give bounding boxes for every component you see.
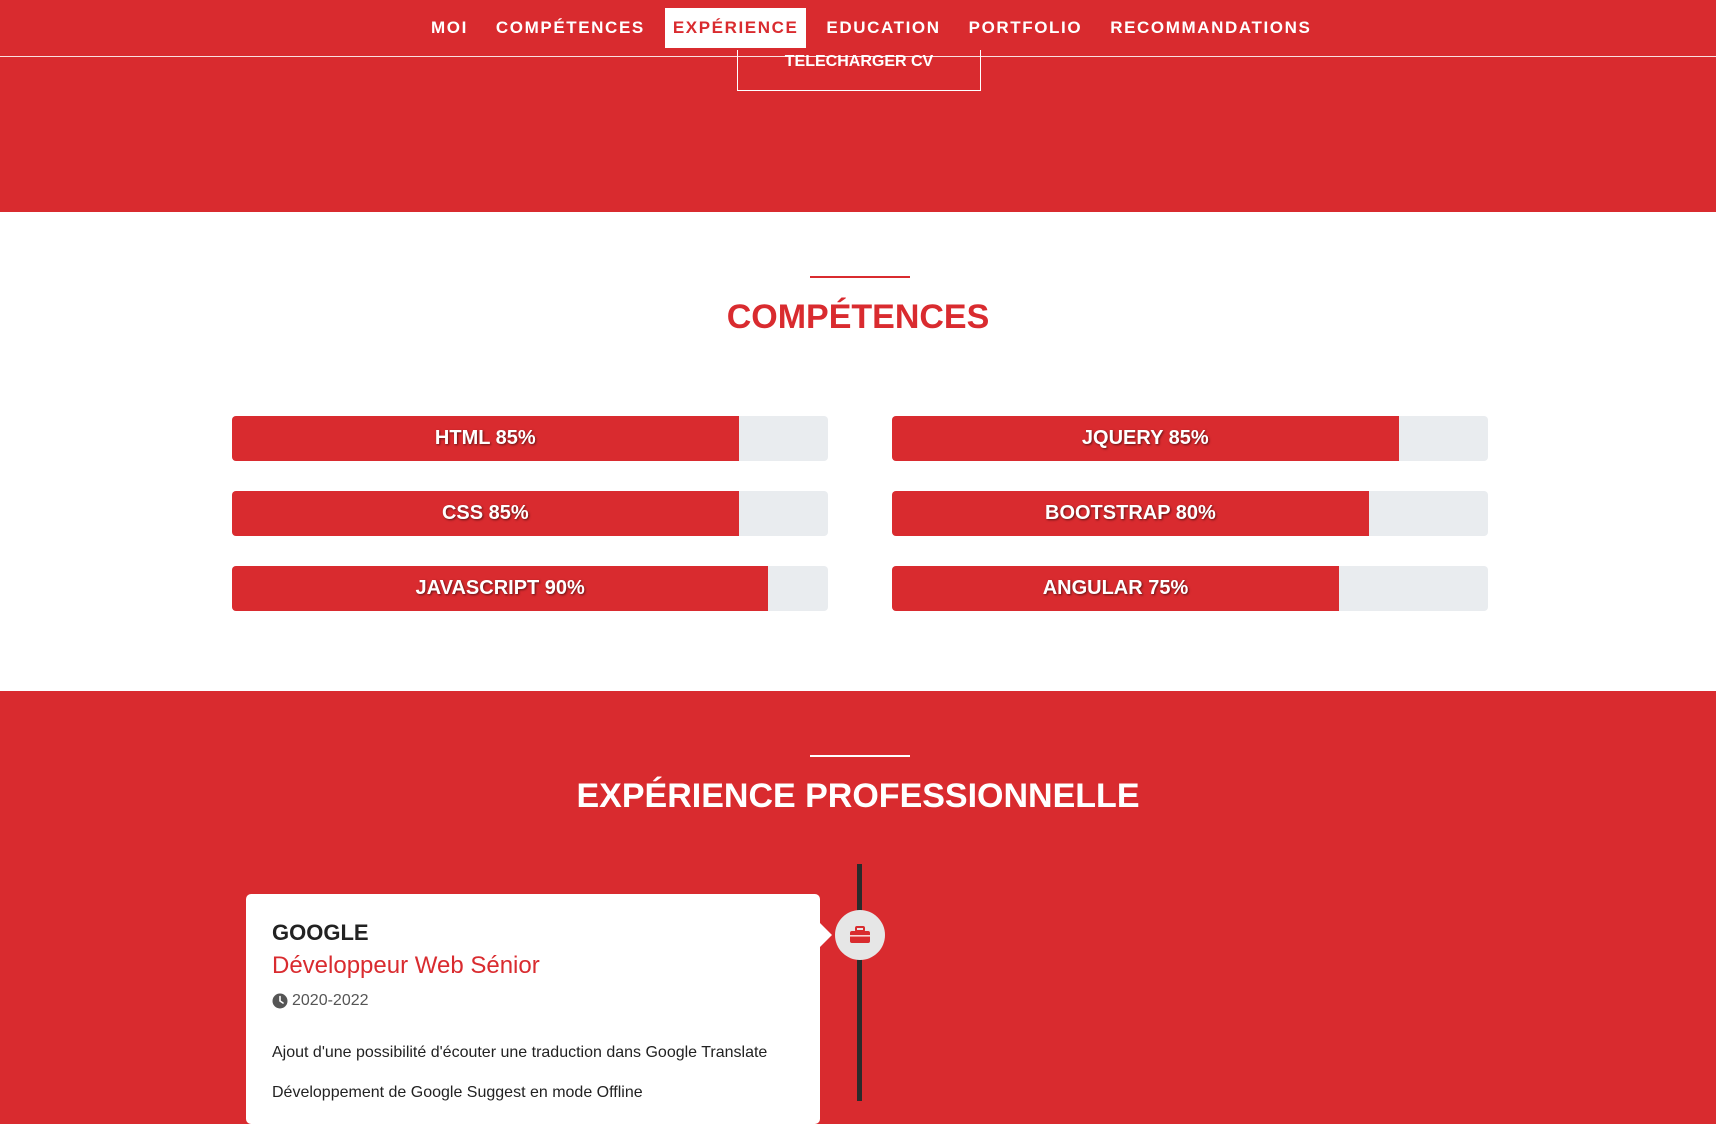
job-dates: 2020-2022 xyxy=(272,992,369,1010)
section-title: EXPÉRIENCE PROFESSIONNELLE xyxy=(576,777,1140,815)
skill-bar-angular: ANGULAR 75% xyxy=(892,566,1488,611)
experience-section: EXPÉRIENCE PROFESSIONNELLE GOOGLE Dévelo… xyxy=(0,691,1716,1124)
nav-item-moi[interactable]: MOI xyxy=(423,8,476,48)
skill-bar-javascript: JAVASCRIPT 90% xyxy=(232,566,828,611)
skill-bar-label: ANGULAR 75% xyxy=(1042,577,1189,599)
job-description-line: Ajout d'une possibilité d'écouter une tr… xyxy=(272,1044,768,1061)
job-dates-text: 2020-2022 xyxy=(292,992,369,1009)
skill-bar-label: CSS 85% xyxy=(441,502,529,524)
card-arrow xyxy=(820,923,832,947)
skills-section: COMPÉTENCES HTML 85% JQUERY 85% CSS 85% … xyxy=(0,212,1716,691)
clock-icon xyxy=(272,993,288,1009)
timeline-badge xyxy=(835,910,885,960)
nav-item-experience[interactable]: EXPÉRIENCE xyxy=(664,8,807,48)
timeline-line xyxy=(857,864,862,1101)
skill-bar-bootstrap: BOOTSTRAP 80% xyxy=(892,491,1488,536)
skill-bar-css: CSS 85% xyxy=(232,491,828,536)
download-cv-button[interactable]: TELECHARGER CV xyxy=(737,50,981,91)
nav-menu: MOI COMPÉTENCES EXPÉRIENCE EDUCATION POR… xyxy=(423,8,1331,48)
skill-bar-label: JAVASCRIPT 90% xyxy=(415,577,585,599)
nav-item-portfolio[interactable]: PORTFOLIO xyxy=(961,8,1091,48)
company-name: GOOGLE xyxy=(272,920,369,945)
nav-item-education[interactable]: EDUCATION xyxy=(818,8,948,48)
skill-bar-label: HTML 85% xyxy=(434,427,536,449)
section-divider xyxy=(810,276,910,278)
top-navbar: MOI COMPÉTENCES EXPÉRIENCE EDUCATION POR… xyxy=(0,0,1716,57)
briefcase-icon xyxy=(850,926,870,943)
section-divider xyxy=(810,755,910,757)
nav-item-recommandations[interactable]: RECOMMANDATIONS xyxy=(1102,8,1319,48)
skill-bar-jquery: JQUERY 85% xyxy=(892,416,1488,461)
section-title: COMPÉTENCES xyxy=(726,298,990,336)
skill-bar-label: BOOTSTRAP 80% xyxy=(1045,502,1216,524)
experience-card: GOOGLE Développeur Web Sénior 2020-2022 … xyxy=(246,894,832,1124)
job-title: Développeur Web Sénior xyxy=(272,952,540,979)
skill-bar-label: JQUERY 85% xyxy=(1081,427,1209,449)
skill-bar-html: HTML 85% xyxy=(232,416,828,461)
job-description-line: Développement de Google Suggest en mode … xyxy=(272,1084,643,1101)
hero-section: MOI COMPÉTENCES EXPÉRIENCE EDUCATION POR… xyxy=(0,0,1716,212)
nav-item-competences[interactable]: COMPÉTENCES xyxy=(488,8,653,48)
